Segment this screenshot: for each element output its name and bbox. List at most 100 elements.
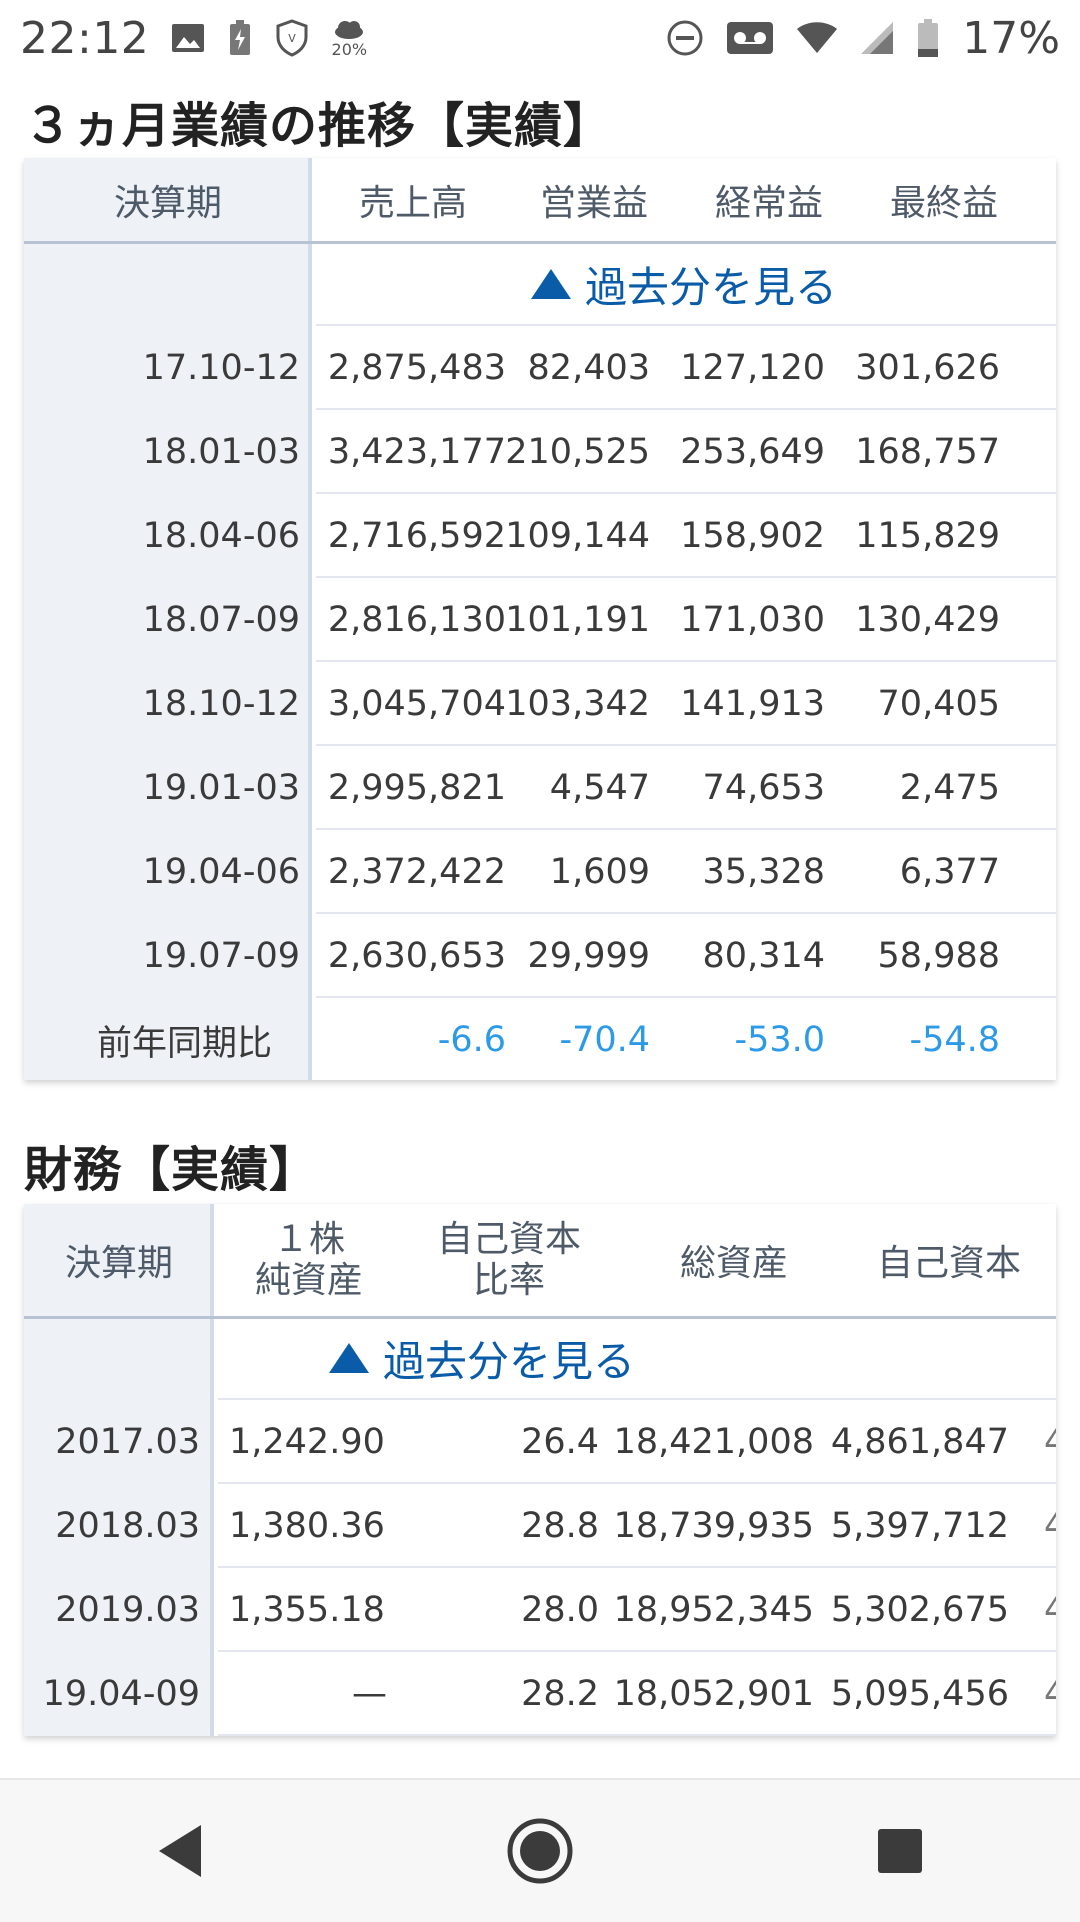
quarterly-value-cell: 1,609 bbox=[549, 852, 650, 892]
quarterly-value-cell: 141,913 bbox=[680, 684, 825, 724]
nav-recents-button[interactable] bbox=[850, 1801, 950, 1901]
nav-back-button[interactable] bbox=[130, 1801, 230, 1901]
battery-saver-icon bbox=[227, 19, 253, 57]
quarterly-value-cell: 2,875,483 bbox=[327, 348, 506, 388]
quarterly-value-cell: 82,403 bbox=[527, 348, 650, 388]
quarterly-value-cell: 210,525 bbox=[505, 432, 650, 472]
nav-home-button[interactable] bbox=[490, 1801, 590, 1901]
finance-value-cell: 28.8 bbox=[521, 1506, 599, 1546]
weather-percent: 20% bbox=[331, 40, 368, 59]
quarterly-header-net: 最終益 bbox=[889, 183, 998, 224]
signal-icon bbox=[860, 21, 894, 55]
voicemail-icon bbox=[726, 21, 774, 55]
quarterly-period-cell: 19.07-09 bbox=[142, 936, 300, 976]
finance-value-cell: 1,380.36 bbox=[229, 1506, 385, 1546]
quarterly-value-cell: 2,630,653 bbox=[327, 936, 506, 976]
quarterly-value-cell: 70,405 bbox=[877, 684, 1000, 724]
finance-value-cell: 18,739,935 bbox=[613, 1506, 814, 1546]
quarterly-value-cell: 301,626 bbox=[855, 348, 1000, 388]
quarterly-header-operating: 営業益 bbox=[539, 183, 648, 224]
recents-icon bbox=[878, 1829, 922, 1873]
quarterly-header-sales: 売上高 bbox=[358, 183, 467, 224]
finance-header-period: 決算期 bbox=[64, 1243, 173, 1284]
quarterly-value-cell: 2,716,592 bbox=[327, 516, 506, 556]
quarterly-period-cell: 18.04-06 bbox=[142, 516, 300, 556]
quarterly-title: ３ヵ月業績の推移【実績】 bbox=[24, 98, 613, 154]
quarterly-period-cell: 17.10-12 bbox=[142, 348, 300, 388]
svg-text:V: V bbox=[289, 32, 297, 45]
weather-icon: 20% bbox=[331, 18, 367, 58]
battery-percent: 17% bbox=[962, 12, 1060, 64]
finance-header-bps: １株 純資産 bbox=[254, 1218, 363, 1301]
vpn-shield-icon: V bbox=[275, 19, 309, 57]
quarterly-value-cell: 4,547 bbox=[549, 768, 650, 808]
wifi-icon bbox=[796, 21, 838, 55]
quarterly-value-cell: 58,988 bbox=[877, 936, 1000, 976]
quarterly-header-ordinary: 経常益 bbox=[714, 183, 823, 224]
quarterly-yoy-value: -6.6 bbox=[437, 1020, 506, 1060]
finance-cutoff-cell: 4 bbox=[1044, 1506, 1056, 1546]
finance-period-cell: 2017.03 bbox=[55, 1422, 200, 1462]
finance-see-past-button[interactable]: 過去分を見る bbox=[214, 1318, 1056, 1398]
finance-value-cell: 18,952,345 bbox=[613, 1590, 814, 1630]
quarterly-see-past-button[interactable]: 過去分を見る bbox=[312, 244, 1056, 324]
quarterly-value-cell: 3,423,177 bbox=[327, 432, 506, 472]
quarterly-value-cell: 109,144 bbox=[505, 516, 650, 556]
quarterly-period-cell: 18.07-09 bbox=[142, 600, 300, 640]
quarterly-value-cell: 2,475 bbox=[899, 768, 1000, 808]
finance-value-cell: 28.2 bbox=[521, 1674, 599, 1714]
quarterly-value-cell: 2,816,130 bbox=[327, 600, 506, 640]
finance-value-cell: 5,302,675 bbox=[830, 1590, 1009, 1630]
finance-value-cell: — bbox=[352, 1674, 387, 1714]
quarterly-see-past-label: 過去分を見る bbox=[584, 262, 837, 312]
image-icon bbox=[171, 23, 205, 53]
quarterly-yoy-value: -54.8 bbox=[909, 1020, 1000, 1060]
home-icon bbox=[507, 1818, 573, 1884]
status-bar: 22:12 V 20% 17% bbox=[0, 0, 1080, 76]
quarterly-value-cell: 115,829 bbox=[855, 516, 1000, 556]
finance-header-total-assets: 総資産 bbox=[679, 1243, 788, 1284]
finance-value-cell: 5,397,712 bbox=[830, 1506, 1009, 1546]
back-icon bbox=[159, 1825, 201, 1877]
quarterly-value-cell: 6,377 bbox=[899, 852, 1000, 892]
quarterly-value-cell: 253,649 bbox=[680, 432, 825, 472]
quarterly-value-cell: 127,120 bbox=[680, 348, 825, 388]
quarterly-period-cell: 19.04-06 bbox=[142, 852, 300, 892]
quarterly-value-cell: 103,342 bbox=[505, 684, 650, 724]
finance-period-cell: 19.04-09 bbox=[42, 1674, 200, 1714]
finance-period-cell: 2018.03 bbox=[55, 1506, 200, 1546]
finance-header-equity-ratio: 自己資本 比率 bbox=[436, 1218, 581, 1301]
quarterly-table: 決算期 売上高 営業益 経常益 最終益 過去分を見る 17.10-12 2,875… bbox=[24, 158, 1056, 1080]
finance-cutoff-cell: 4 bbox=[1044, 1674, 1056, 1714]
quarterly-value-cell: 2,995,821 bbox=[327, 768, 506, 808]
quarterly-value-cell: 80,314 bbox=[702, 936, 825, 976]
quarterly-value-cell: 158,902 bbox=[680, 516, 825, 556]
quarterly-value-cell: 2,372,422 bbox=[327, 852, 506, 892]
quarterly-value-cell: 130,429 bbox=[855, 600, 1000, 640]
system-nav-bar bbox=[0, 1778, 1080, 1922]
quarterly-value-cell: 168,757 bbox=[855, 432, 1000, 472]
quarterly-yoy-label: 前年同期比 bbox=[96, 1023, 272, 1064]
quarterly-header-period: 決算期 bbox=[113, 183, 222, 224]
finance-cutoff-cell: 4 bbox=[1044, 1590, 1056, 1630]
finance-see-past-label: 過去分を見る bbox=[383, 1336, 636, 1386]
quarterly-value-cell: 74,653 bbox=[702, 768, 825, 808]
dnd-icon bbox=[666, 19, 704, 57]
finance-value-cell: 18,421,008 bbox=[613, 1422, 814, 1462]
finance-title: 財務【実績】 bbox=[24, 1142, 319, 1198]
triangle-up-icon bbox=[329, 1343, 369, 1373]
quarterly-period-cell: 19.01-03 bbox=[142, 768, 300, 808]
finance-table: 決算期 １株 純資産 自己資本 比率 総資産 自己資本 過去分を見る 2017.… bbox=[24, 1204, 1056, 1736]
finance-value-cell: 1,242.90 bbox=[229, 1422, 385, 1462]
quarterly-period-cell: 18.10-12 bbox=[142, 684, 300, 724]
finance-value-cell: 18,052,901 bbox=[613, 1674, 814, 1714]
quarterly-yoy-value: -53.0 bbox=[734, 1020, 825, 1060]
status-time: 22:12 bbox=[20, 12, 150, 64]
quarterly-value-cell: 29,999 bbox=[527, 936, 650, 976]
finance-value-cell: 28.0 bbox=[521, 1590, 599, 1630]
quarterly-value-cell: 171,030 bbox=[680, 600, 825, 640]
quarterly-yoy-value: -70.4 bbox=[559, 1020, 650, 1060]
finance-header-equity: 自己資本 bbox=[876, 1243, 1021, 1284]
finance-value-cell: 4,861,847 bbox=[830, 1422, 1009, 1462]
triangle-up-icon bbox=[530, 269, 571, 299]
